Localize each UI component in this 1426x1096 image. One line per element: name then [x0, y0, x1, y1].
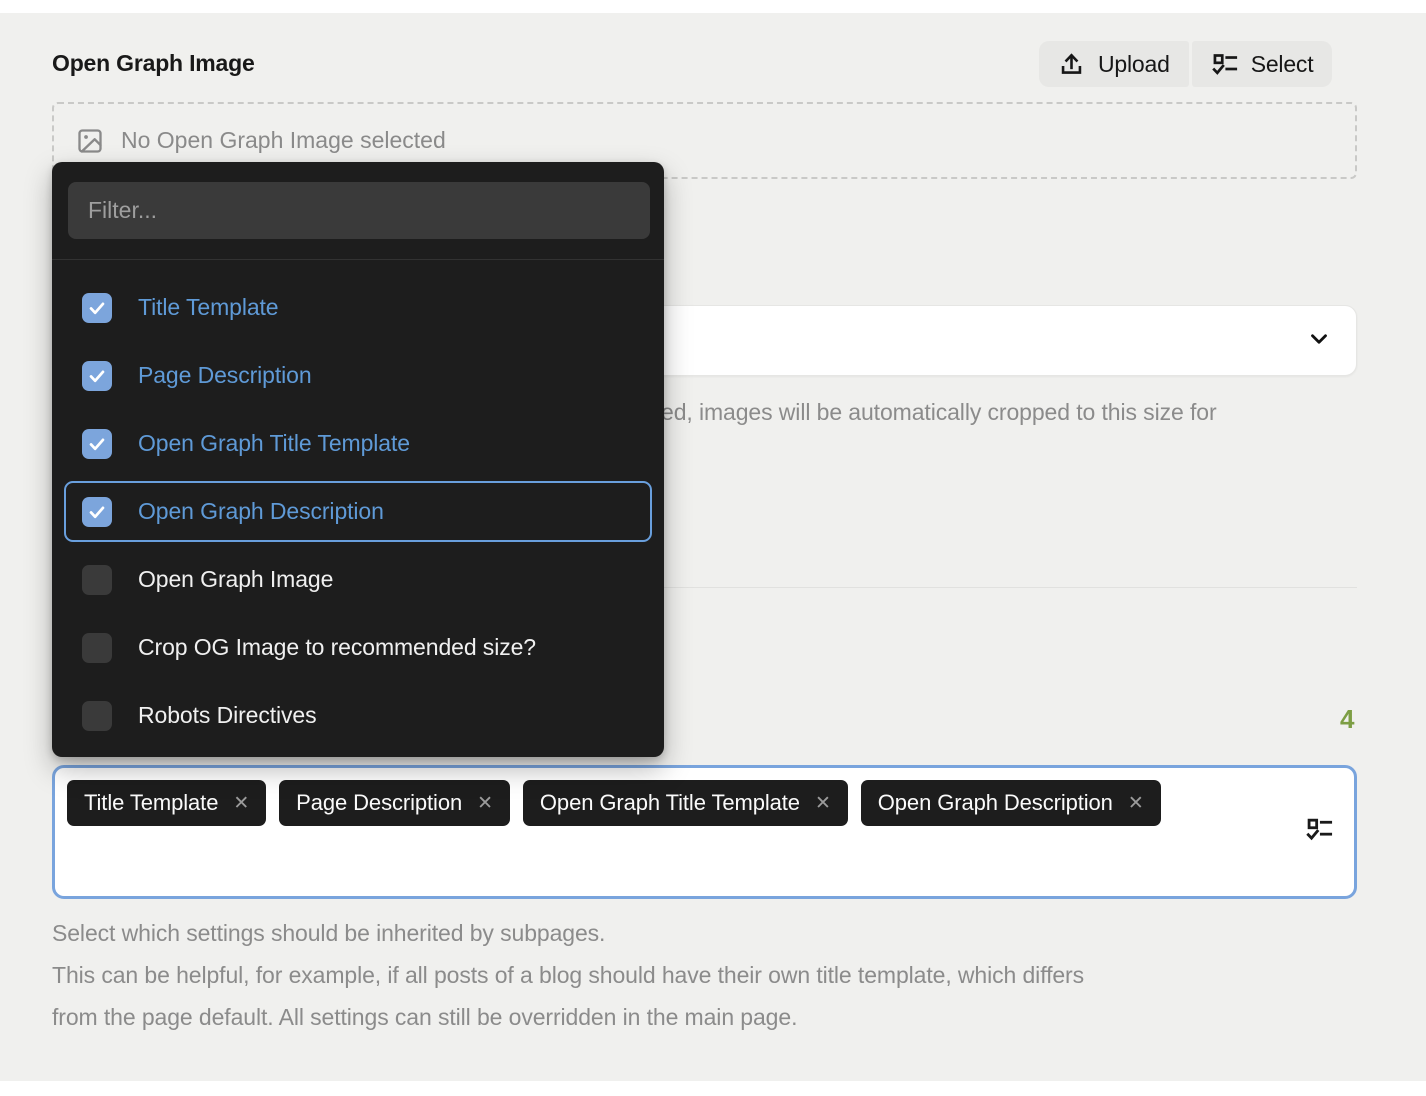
inherit-help-line: from the page default. All settings can …	[52, 996, 1084, 1038]
upload-button-label: Upload	[1098, 51, 1170, 78]
chevron-down-icon	[1306, 325, 1332, 356]
remove-tag-icon[interactable]: ✕	[477, 794, 493, 813]
upload-icon	[1058, 51, 1085, 78]
remove-tag-icon[interactable]: ✕	[815, 794, 831, 813]
checklist-icon[interactable]	[1305, 816, 1333, 849]
dropdown-option[interactable]: Open Graph Image	[64, 549, 652, 610]
remove-tag-icon[interactable]: ✕	[1128, 794, 1144, 813]
selected-setting-tag: Title Template ✕	[67, 780, 266, 826]
dropzone-text: No Open Graph Image selected	[121, 127, 446, 154]
tag-label: Open Graph Title Template	[540, 790, 800, 816]
dropdown-option[interactable]: Open Graph Description	[64, 481, 652, 542]
filter-section	[52, 162, 664, 260]
inherit-help-text: Select which settings should be inherite…	[52, 912, 1084, 1038]
dropdown-option[interactable]: Open Graph Title Template	[64, 413, 652, 474]
dropdown-option[interactable]: Crop OG Image to recommended size?	[64, 617, 652, 678]
open-graph-image-label: Open Graph Image	[52, 50, 255, 77]
option-label: Open Graph Image	[138, 566, 333, 593]
option-label: Title Template	[138, 294, 279, 321]
tag-label: Page Description	[296, 790, 462, 816]
select-button-label: Select	[1251, 51, 1314, 78]
checkbox-icon[interactable]	[82, 633, 112, 663]
size-select-helper-text: ed, images will be automatically cropped…	[661, 399, 1217, 426]
checkbox-icon[interactable]	[82, 701, 112, 731]
inherited-settings-field[interactable]: Title Template ✕ Page Description ✕ Open…	[52, 765, 1357, 899]
selected-setting-tag: Page Description ✕	[279, 780, 510, 826]
select-button[interactable]: Select	[1192, 41, 1333, 87]
option-label: Open Graph Description	[138, 498, 384, 525]
checkbox-icon[interactable]	[82, 361, 112, 391]
remove-tag-icon[interactable]: ✕	[233, 794, 249, 813]
option-label: Page Description	[138, 362, 312, 389]
filter-input[interactable]	[68, 182, 650, 239]
inherit-help-line: Select which settings should be inherite…	[52, 912, 1084, 954]
option-label: Open Graph Title Template	[138, 430, 410, 457]
dropdown-option[interactable]: Page Description	[64, 345, 652, 406]
selected-setting-tag: Open Graph Description ✕	[861, 780, 1161, 826]
dropdown-options: Title Template Page Description Open Gra…	[52, 260, 664, 757]
dropdown-option[interactable]: Robots Directives	[64, 685, 652, 746]
image-actions-group: Upload Select	[1039, 41, 1332, 87]
checkbox-icon[interactable]	[82, 565, 112, 595]
checkbox-icon[interactable]	[82, 497, 112, 527]
checkbox-icon[interactable]	[82, 293, 112, 323]
settings-page: Open Graph Image Upload Select	[0, 0, 1426, 1096]
selected-setting-tag: Open Graph Title Template ✕	[523, 780, 848, 826]
tag-label: Title Template	[84, 790, 218, 816]
checklist-icon	[1211, 51, 1238, 78]
dropdown-option[interactable]: Title Template	[64, 277, 652, 338]
option-label: Robots Directives	[138, 702, 317, 729]
tag-label: Open Graph Description	[878, 790, 1113, 816]
inherit-help-line: This can be helpful, for example, if all…	[52, 954, 1084, 996]
option-label: Crop OG Image to recommended size?	[138, 634, 536, 661]
settings-dropdown-panel: Title Template Page Description Open Gra…	[52, 162, 664, 757]
selected-count-badge: 4	[1340, 704, 1354, 735]
upload-button[interactable]: Upload	[1039, 41, 1189, 87]
checkbox-icon[interactable]	[82, 429, 112, 459]
image-placeholder-icon	[76, 127, 104, 155]
